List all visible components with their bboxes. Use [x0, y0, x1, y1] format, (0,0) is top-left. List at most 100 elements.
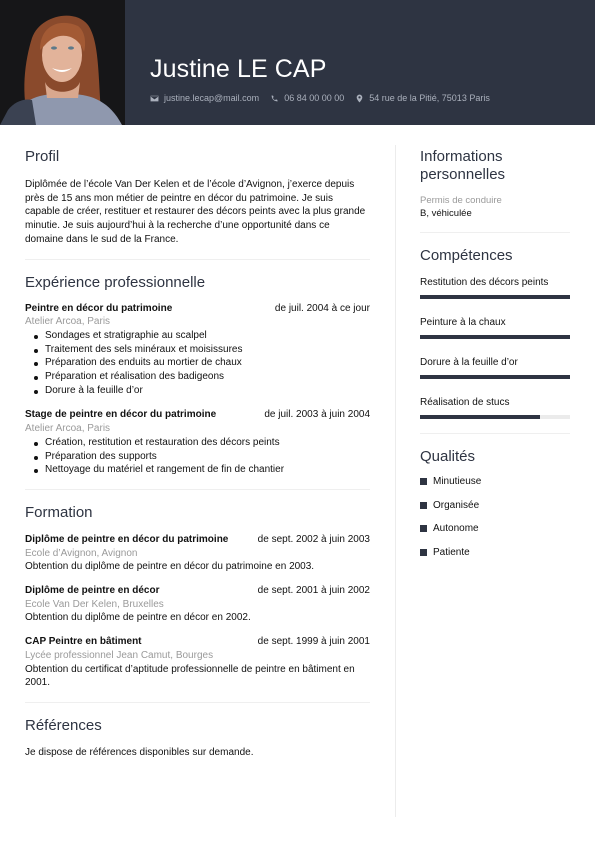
square-bullet-icon — [420, 525, 427, 533]
degree-title: CAP Peintre en bâtiment — [25, 636, 142, 648]
quality-label: Minutieuse — [433, 476, 482, 487]
degree-dates: de sept. 1999 à juin 2001 — [257, 636, 370, 648]
profile-photo — [0, 0, 125, 125]
skill-label: Dorure à la feuille d’or — [420, 357, 518, 368]
job-title: Stage de peintre en décor du patrimoine — [25, 409, 217, 421]
section-title-education: Formation — [25, 503, 93, 521]
contact-address: 54 rue de la Pitié, 75013 Paris — [355, 93, 490, 103]
section-divider — [420, 232, 570, 233]
phone-text: 06 84 00 00 00 — [284, 93, 345, 103]
task-item: Préparation des supports — [33, 450, 370, 464]
education-section: Formation Diplôme de peintre en décor du… — [25, 504, 370, 690]
portrait-image — [0, 0, 125, 125]
section-divider — [25, 258, 370, 260]
section-divider — [25, 701, 370, 703]
degree-description: Obtention du diplôme de peintre en décor… — [25, 561, 315, 573]
job-dates: de juil. 2004 à ce jour — [274, 302, 370, 314]
section-title-skills: Compétences — [420, 247, 513, 264]
section-title-qualities: Qualités — [420, 448, 476, 465]
skill-level-fill — [420, 375, 570, 379]
quality-item: Minutieuse — [420, 475, 570, 488]
column-divider — [395, 145, 396, 817]
section-title-references: Références — [25, 716, 102, 734]
skill-item: Restitution des décors peints — [420, 276, 570, 299]
skill-level-fill — [420, 415, 540, 419]
quality-item: Organisée — [420, 499, 570, 512]
task-item: Préparation des enduits au mortier de ch… — [33, 356, 370, 370]
skill-item: Peinture à la chaux — [420, 316, 570, 339]
section-divider — [420, 433, 570, 434]
experience-entry: Stage de peintre en décor du patrimoine … — [25, 408, 370, 477]
skill-level-fill — [420, 295, 570, 299]
education-entry: CAP Peintre en bâtiment de sept. 1999 à … — [25, 635, 370, 690]
degree-title: Diplôme de peintre en décor du patrimoin… — [25, 533, 229, 545]
school-name: Ecole d’Avignon, Avignon — [25, 547, 138, 559]
email-text: justine.lecap@mail.com — [164, 93, 260, 103]
envelope-icon — [150, 95, 159, 101]
job-title: Peintre en décor du patrimoine — [25, 302, 173, 314]
square-bullet-icon — [420, 478, 427, 485]
task-item: Dorure à la feuille d’or — [33, 384, 370, 398]
skill-level-bar — [420, 415, 570, 419]
contact-info: justine.lecap@mail.com 06 84 00 00 00 54… — [150, 93, 501, 103]
sidebar-column: Informations personnelles Permis de cond… — [420, 148, 570, 570]
quality-label: Patiente — [433, 547, 470, 559]
address-text: 54 rue de la Pitié, 75013 Paris — [369, 93, 490, 103]
degree-description: Obtention du diplôme de peintre en décor… — [25, 612, 251, 624]
references-section: Références Je dispose de références disp… — [25, 717, 370, 760]
candidate-name: Justine LE CAP — [150, 55, 327, 83]
references-text: Je dispose de références disponibles sur… — [25, 746, 254, 758]
square-bullet-icon — [420, 501, 427, 509]
degree-dates: de sept. 2002 à juin 2003 — [257, 533, 370, 545]
school-name: Lycée professionnel Jean Camut, Bourges — [25, 649, 214, 661]
school-name: Ecole Van Der Kelen, Bruxelles — [25, 598, 164, 610]
header-banner: Justine LE CAP justine.lecap@mail.com 06… — [0, 0, 595, 125]
skill-level-fill — [420, 335, 570, 339]
quality-label: Autonome — [433, 523, 479, 535]
quality-item: Autonome — [420, 522, 570, 535]
skill-level-bar — [420, 375, 570, 379]
education-entry: Diplôme de peintre en décor du patrimoin… — [25, 533, 370, 574]
skills-section: Compétences Restitution des décors peint… — [420, 247, 570, 419]
info-label: Permis de conduire — [420, 195, 502, 206]
main-column: Profil Diplômée de l’école Van Der Kelen… — [25, 148, 370, 760]
task-item: Traitement des sels minéraux et moisissu… — [33, 343, 370, 357]
degree-dates: de sept. 2001 à juin 2002 — [257, 585, 370, 597]
job-tasks: Sondages et stratigraphie au scalpel Tra… — [33, 329, 370, 398]
skill-level-bar — [420, 295, 570, 299]
task-item: Création, restitution et restauration de… — [33, 436, 370, 450]
skill-item: Dorure à la feuille d’or — [420, 356, 570, 379]
profile-section: Profil Diplômée de l’école Van Der Kelen… — [25, 148, 370, 247]
degree-title: Diplôme de peintre en décor — [25, 585, 160, 597]
contact-email[interactable]: justine.lecap@mail.com — [150, 93, 259, 103]
task-item: Préparation et réalisation des badigeons — [33, 370, 370, 384]
skill-level-bar — [420, 335, 570, 339]
job-tasks: Création, restitution et restauration de… — [33, 436, 370, 477]
experience-section: Expérience professionnelle Peintre en dé… — [25, 274, 370, 477]
contact-phone[interactable]: 06 84 00 00 00 — [270, 93, 344, 103]
task-item: Sondages et stratigraphie au scalpel — [33, 329, 370, 343]
degree-description: Obtention du certificat d’aptitude profe… — [25, 663, 355, 689]
job-employer: Atelier Arcoa, Paris — [25, 423, 111, 435]
experience-entry: Peintre en décor du patrimoine de juil. … — [25, 302, 370, 398]
quality-label: Organisée — [433, 499, 480, 511]
skill-label: Peinture à la chaux — [420, 317, 506, 328]
job-employer: Atelier Arcoa, Paris — [25, 316, 111, 328]
section-title-personal-info: Informations personnelles — [420, 148, 506, 183]
section-title-profile: Profil — [25, 148, 60, 165]
skill-label: Restitution des décors peints — [420, 277, 549, 288]
personal-info-item: Permis de conduire B, véhiculée — [420, 194, 570, 220]
personal-info-section: Informations personnelles Permis de cond… — [420, 148, 570, 220]
section-divider — [25, 488, 370, 490]
education-entry: Diplôme de peintre en décor de sept. 200… — [25, 584, 370, 625]
info-value: B, véhiculée — [420, 208, 472, 219]
job-dates: de juil. 2003 à juin 2004 — [264, 409, 370, 421]
phone-icon — [271, 94, 278, 101]
quality-item: Patiente — [420, 546, 570, 559]
section-title-experience: Expérience professionnelle — [25, 273, 206, 291]
qualities-section: Qualités Minutieuse Organisée Autonome Pati… — [420, 448, 570, 559]
profile-text: Diplômée de l’école Van Der Kelen et de … — [25, 179, 366, 245]
skill-item: Réalisation de stucs — [420, 396, 570, 419]
skill-label: Réalisation de stucs — [420, 397, 510, 408]
task-item: Nettoyage du matériel et rangement de fi… — [33, 463, 370, 477]
